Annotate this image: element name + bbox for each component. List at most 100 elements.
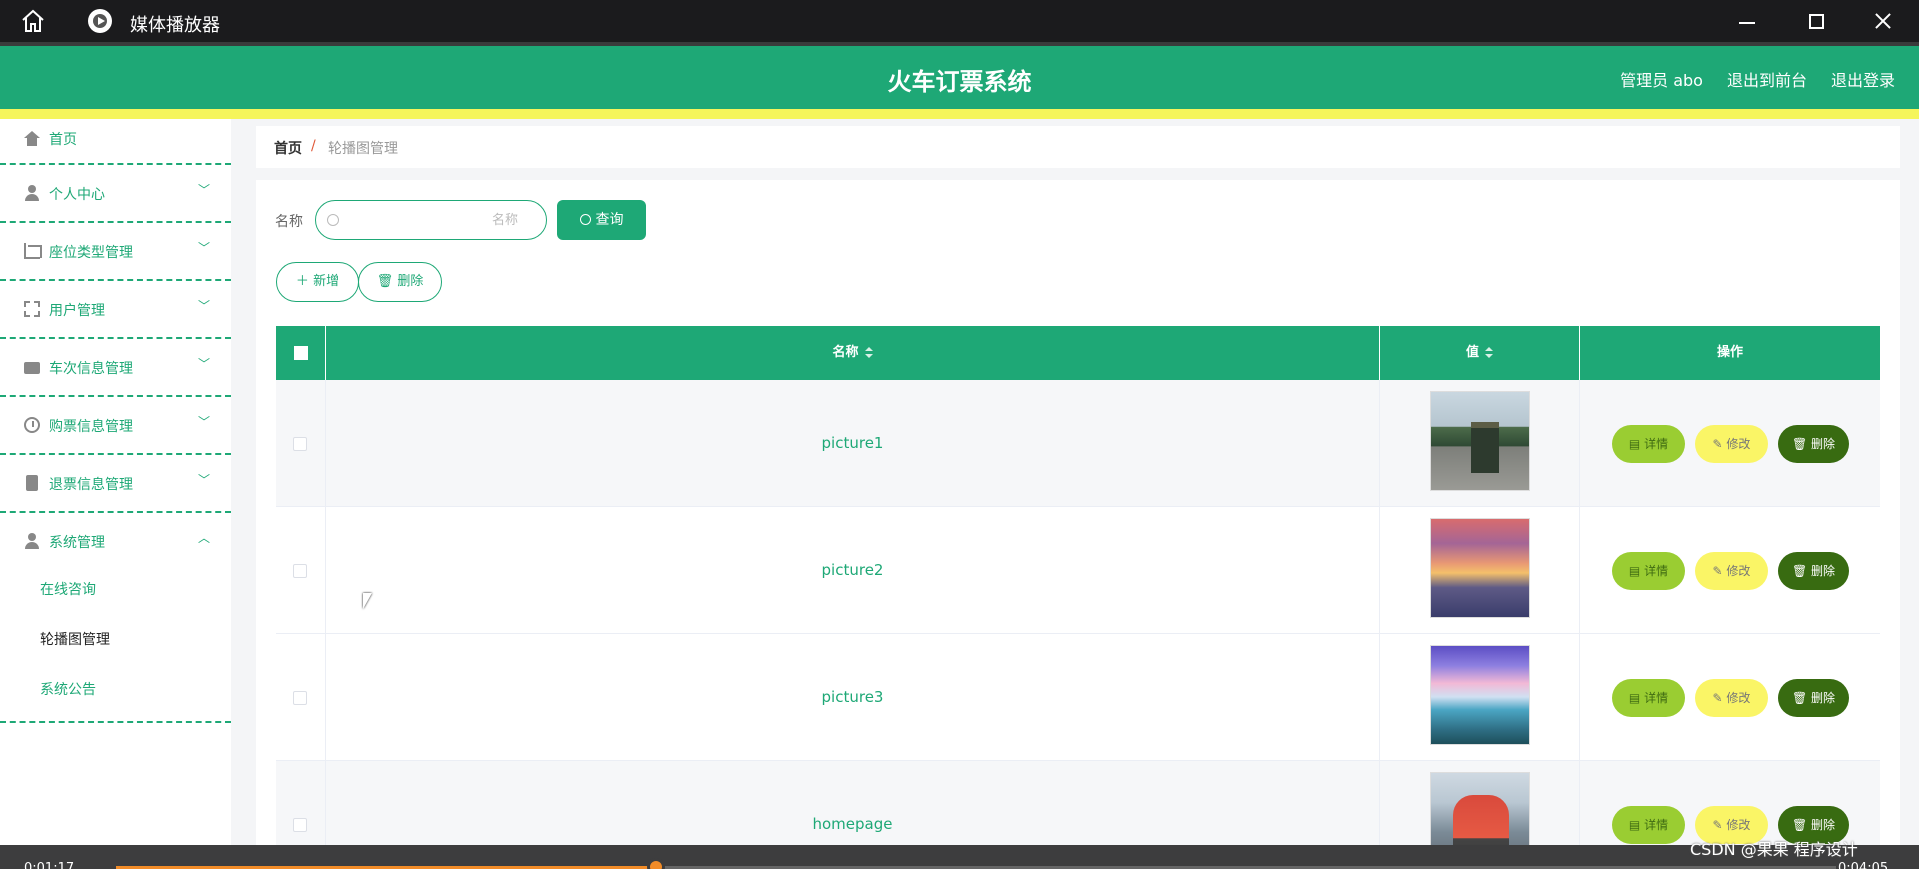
scan-icon (24, 301, 40, 317)
query-button[interactable]: 查询 (557, 200, 646, 240)
minimize-icon[interactable] (1735, 10, 1759, 32)
breadcrumb-current: 轮播图管理 (328, 141, 398, 157)
wallet-icon (24, 362, 40, 374)
edit-button[interactable]: ✎ 修改 (1695, 679, 1768, 717)
row-checkbox[interactable] (293, 437, 307, 451)
sort-icon[interactable] (864, 346, 873, 359)
search-input[interactable] (346, 209, 538, 231)
logout-link[interactable]: 退出登录 (1831, 67, 1895, 91)
train-on-tracks-image[interactable] (1430, 391, 1530, 491)
delete-button[interactable]: 🗑 删除 (1778, 679, 1849, 717)
blue-sky-lake-image[interactable] (1430, 645, 1530, 745)
name-cell: picture1 (326, 380, 1380, 507)
breadcrumb-separator: / (311, 138, 316, 154)
select-all-checkbox[interactable] (294, 346, 308, 360)
detail-button[interactable]: ▤ 详情 (1612, 425, 1685, 463)
sidebar-subitem-notice[interactable]: 系统公告 (40, 679, 96, 699)
back-to-frontend-link[interactable]: 退出到前台 (1727, 67, 1807, 91)
seek-handle[interactable] (647, 858, 666, 869)
column-header-value[interactable]: 值 (1380, 326, 1580, 380)
detail-button[interactable]: ▤ 详情 (1612, 679, 1685, 717)
sidebar-item-home[interactable]: 首页 (0, 119, 231, 165)
close-icon[interactable] (1871, 10, 1895, 32)
sidebar-item-purchase-info[interactable]: 购票信息管理 ﹀ (0, 397, 231, 455)
sidebar-item-system[interactable]: 系统管理 ︿ (0, 513, 231, 571)
breadcrumb: 首页 / 轮播图管理 (256, 126, 1900, 168)
edit-button[interactable]: ✎ 修改 (1695, 425, 1768, 463)
detail-button[interactable]: ▤ 详情 (1612, 806, 1685, 844)
sidebar-subitem-consult[interactable]: 在线咨询 (40, 579, 96, 599)
actions-cell: ▤ 详情 ✎ 修改 🗑 删除 (1580, 380, 1880, 507)
detail-button[interactable]: ▤ 详情 (1612, 552, 1685, 590)
detail-button-label: 详情 (1644, 437, 1669, 451)
chevron-down-icon: ﹀ (198, 241, 211, 255)
add-button[interactable]: ＋ 新增 (276, 262, 359, 302)
table-row: picture3 ▤ 详情 ✎ 修改 🗑 删除 (276, 634, 1880, 761)
sidebar-submenu-system: 在线咨询 轮播图管理 系统公告 (0, 571, 231, 723)
sidebar-item-label: 用户管理 (49, 303, 105, 319)
detail-button-label: 详情 (1644, 691, 1669, 705)
user-icon (24, 533, 40, 549)
sidebar-item-label: 系统管理 (49, 535, 105, 551)
sunset-city-image[interactable] (1430, 518, 1530, 618)
delete-button-label: 删除 (1811, 437, 1836, 451)
sidebar-item-label: 座位类型管理 (49, 245, 133, 261)
chevron-down-icon: ﹀ (198, 299, 211, 313)
breadcrumb-home[interactable]: 首页 (274, 138, 302, 158)
detail-button-label: 详情 (1644, 564, 1669, 578)
home-icon (24, 131, 40, 147)
value-cell (1380, 507, 1580, 634)
total-time: 0:04:05 (1838, 861, 1889, 869)
watermark-text: CSDN @果果 程序设计 (1690, 840, 1858, 859)
clipboard-icon (26, 475, 38, 491)
column-header-label: 操作 (1716, 345, 1743, 360)
clock-icon (24, 417, 40, 433)
sidebar-item-refund-info[interactable]: 退票信息管理 ﹀ (0, 455, 231, 513)
media-player-logo-icon (88, 9, 112, 33)
row-checkbox-cell (276, 380, 326, 507)
search-label: 名称 (275, 214, 303, 230)
column-header-label: 名称 (832, 345, 859, 360)
search-icon (327, 214, 339, 226)
row-checkbox[interactable] (293, 564, 307, 578)
column-header-label: 值 (1465, 345, 1479, 360)
admin-user-link[interactable]: 管理员 abo (1620, 67, 1703, 91)
header-accent-strip (0, 109, 1919, 119)
sidebar-item-label: 个人中心 (49, 187, 105, 203)
batch-delete-button[interactable]: 🗑 删除 (358, 262, 442, 302)
chevron-down-icon: ﹀ (198, 415, 211, 429)
actions-cell: ▤ 详情 ✎ 修改 🗑 删除 (1580, 507, 1880, 634)
restore-icon[interactable] (1803, 10, 1827, 32)
edit-button-label: 修改 (1726, 818, 1751, 832)
sidebar-subitem-carousel[interactable]: 轮播图管理 (40, 629, 110, 649)
header-links: 管理员 abo 退出到前台 退出登录 (1620, 67, 1895, 91)
sidebar-item-personal-center[interactable]: 个人中心 ﹀ (0, 165, 231, 223)
column-header-actions: 操作 (1580, 326, 1880, 380)
edit-button[interactable]: ✎ 修改 (1695, 552, 1768, 590)
table-header: 名称 值 操作 (276, 326, 1880, 380)
column-header-name[interactable]: 名称 (326, 326, 1380, 380)
home-icon[interactable] (20, 9, 46, 33)
value-cell (1380, 380, 1580, 507)
search-icon (579, 214, 591, 225)
delete-button[interactable]: 🗑 删除 (1778, 552, 1849, 590)
header-checkbox-cell (276, 326, 326, 380)
sidebar-item-train-info[interactable]: 车次信息管理 ﹀ (0, 339, 231, 397)
sidebar-item-seat-type[interactable]: 座位类型管理 ﹀ (0, 223, 231, 281)
row-checkbox[interactable] (293, 691, 307, 705)
name-cell: picture3 (326, 634, 1380, 761)
plus-icon: ＋ (295, 274, 309, 289)
app-header: 火车订票系统 管理员 abo 退出到前台 退出登录 (0, 42, 1919, 109)
row-checkbox-cell (276, 507, 326, 634)
sidebar-item-users[interactable]: 用户管理 ﹀ (0, 281, 231, 339)
delete-button[interactable]: 🗑 删除 (1778, 425, 1849, 463)
sort-icon[interactable] (1485, 346, 1493, 359)
detail-button-label: 详情 (1644, 818, 1669, 832)
table-row: picture2 ▤ 详情 ✎ 修改 🗑 删除 (276, 507, 1880, 634)
delete-button-label: 删除 (1811, 691, 1836, 705)
edit-button-label: 修改 (1726, 437, 1751, 451)
sidebar: 首页 个人中心 ﹀ 座位类型管理 ﹀ 用户管理 ﹀ 车次信息管理 ﹀ 购票信息管… (0, 119, 231, 869)
row-checkbox[interactable] (293, 818, 307, 832)
name-cell: picture2 (326, 507, 1380, 634)
mouse-cursor-icon (363, 593, 372, 609)
